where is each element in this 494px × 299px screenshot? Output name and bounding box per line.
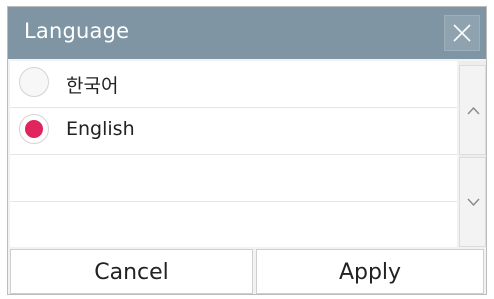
language-dialog: Language 한국어 English Cancel Apply	[7, 6, 487, 295]
scroll-down-button[interactable]	[459, 157, 486, 247]
dialog-footer: Cancel Apply	[8, 249, 486, 294]
radio-button-korean[interactable]	[19, 67, 49, 97]
empty-list-row	[10, 155, 457, 202]
apply-button[interactable]: Apply	[256, 249, 484, 294]
dialog-titlebar: Language	[8, 7, 486, 59]
chevron-up-icon	[467, 106, 480, 115]
language-option-korean[interactable]: 한국어	[10, 61, 457, 108]
language-label-english: English	[66, 118, 135, 140]
dialog-title: Language	[24, 19, 130, 43]
cancel-button[interactable]: Cancel	[10, 249, 253, 294]
language-option-english[interactable]: English	[10, 108, 457, 155]
language-label-korean: 한국어	[66, 75, 119, 97]
scroll-up-button[interactable]	[459, 65, 486, 155]
chevron-down-icon	[467, 198, 480, 207]
list-scrollbar[interactable]	[459, 61, 486, 247]
close-button[interactable]	[444, 15, 480, 51]
language-list: 한국어 English	[10, 61, 457, 247]
close-icon	[453, 24, 471, 42]
radio-button-english[interactable]	[19, 114, 49, 144]
empty-list-row	[10, 202, 457, 249]
